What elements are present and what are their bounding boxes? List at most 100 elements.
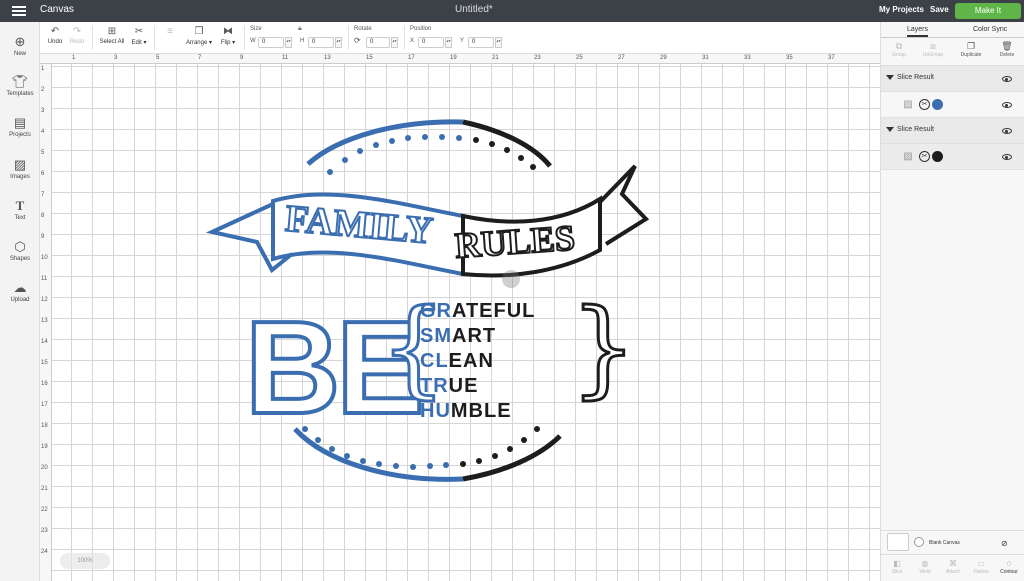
sidebar-item-projects[interactable]: ▤ Projects [0, 115, 40, 138]
flatten-icon: ▭ [977, 559, 985, 568]
arrange-button[interactable]: ❐ Arrange ▾ [184, 22, 214, 54]
contour-button[interactable]: ◌ Contour [997, 559, 1021, 575]
sidebar-item-text[interactable]: T Text [0, 198, 40, 221]
slice-button[interactable]: ◧ Slice [885, 559, 909, 575]
ruler-tick-label: 24 [41, 549, 48, 555]
divider [92, 26, 93, 50]
ruler-tick-label: 19 [450, 55, 457, 61]
y-stepper[interactable]: ▴▾ [495, 37, 502, 48]
align-button[interactable]: ≡ [158, 22, 182, 54]
sidebar-item-images[interactable]: ▨ Images [0, 157, 40, 180]
make-it-button[interactable]: Make It [955, 3, 1021, 19]
ruler-tick-label: 23 [41, 528, 48, 534]
ruler-tick-label: 7 [198, 55, 202, 61]
layer-row-1[interactable]: ▨ ✂ [881, 92, 1024, 118]
design-artwork[interactable]: FAMILY RULES BE { } GRATEFUL SMART CLEAN… [40, 54, 880, 581]
ruler-tick-label: 11 [41, 276, 48, 282]
group-button[interactable]: ⧉ Group [885, 40, 913, 58]
app-title: Canvas [40, 4, 74, 15]
undo-button[interactable]: ↶ Undo [44, 22, 66, 54]
y-input[interactable]: 0 [468, 37, 494, 48]
eye-icon[interactable] [1002, 154, 1012, 160]
banner-right-tail [598, 164, 650, 246]
right-brace: } [570, 287, 637, 409]
ruler-tick-label: 10 [41, 255, 48, 261]
select-all-icon: ⊞ [107, 26, 117, 37]
ruler-tick-label: 15 [41, 360, 48, 366]
ungroup-button[interactable]: ⧈ UnGroup [919, 40, 947, 58]
layer-tools: ⧉ Group ⧈ UnGroup ❐ Duplicate 🗑︎ Delete [881, 38, 1024, 66]
undo-icon: ↶ [50, 26, 60, 37]
rotate-stepper[interactable]: ▴▾ [391, 37, 398, 48]
blank-canvas-row[interactable]: Blank Canvas ⊘ [881, 530, 1024, 554]
panel-tabs: Layers Color Sync [881, 22, 1024, 38]
sidebar-item-shapes[interactable]: ⬡ Shapes [0, 239, 40, 262]
eye-icon[interactable] [1002, 76, 1012, 82]
flip-icon: ⧓ [223, 26, 233, 37]
sidebar-item-new[interactable]: ⊕ New [0, 34, 40, 57]
ruler-tick-label: 22 [41, 507, 48, 513]
flatten-button[interactable]: ▭ Flatten [969, 559, 993, 575]
hamburger-menu-icon[interactable] [12, 6, 26, 16]
top-bar: Canvas Untitled* My Projects Save Make I… [0, 0, 1024, 22]
color-swatch[interactable] [932, 99, 943, 110]
delete-button[interactable]: 🗑︎ Delete [993, 40, 1021, 58]
eye-icon[interactable] [1002, 128, 1012, 134]
divider [154, 26, 155, 50]
layer-thumbnail: ▨ [903, 151, 913, 162]
rotate-input[interactable]: 0 [366, 37, 390, 48]
word-clean: CLEAN [420, 350, 494, 372]
plus-icon: ⊕ [14, 34, 26, 49]
hide-icon[interactable]: ⊘ [1001, 539, 1008, 548]
edit-toolbar: ↶ Undo ↷ Redo ⊞ Select All ✂ Edit ▾ ≡ ❐ Arran… [40, 22, 880, 54]
zoom-control[interactable]: 100% [60, 553, 110, 569]
attach-icon: ⌘ [949, 559, 957, 568]
sidebar-item-upload[interactable]: ☁ Upload [0, 280, 40, 303]
word-smart: SMART [420, 325, 496, 347]
width-input[interactable]: 0 [258, 37, 284, 48]
weld-button[interactable]: ◍ Weld [913, 559, 937, 575]
ruler-tick-label: 21 [492, 55, 499, 61]
save-button[interactable]: Save [930, 5, 949, 14]
x-stepper[interactable]: ▴▾ [445, 37, 452, 48]
tab-color-sync[interactable]: Color Sync [973, 26, 1007, 33]
duplicate-button[interactable]: ❐ Duplicate [957, 40, 985, 58]
my-projects-link[interactable]: My Projects [879, 5, 924, 14]
edit-button[interactable]: ✂ Edit ▾ [128, 22, 150, 54]
width-stepper[interactable]: ▴▾ [285, 37, 292, 48]
height-input[interactable]: 0 [308, 37, 334, 48]
collapse-triangle-icon[interactable] [886, 127, 894, 132]
divider [244, 26, 245, 50]
rotate-label: Rotate [354, 26, 372, 32]
canvas-color-swatch[interactable] [914, 537, 924, 547]
eye-icon[interactable] [1002, 102, 1012, 108]
x-input[interactable]: 0 [418, 37, 444, 48]
ruler-tick-label: 25 [576, 55, 583, 61]
ruler-tick-label: 27 [618, 55, 625, 61]
attach-button[interactable]: ⌘ Attach [941, 559, 965, 575]
select-all-button[interactable]: ⊞ Select All [96, 22, 128, 54]
projects-icon: ▤ [13, 115, 27, 130]
layer-group-1[interactable]: Slice Result [881, 66, 1024, 92]
redo-button[interactable]: ↷ Redo [66, 22, 88, 54]
bottom-arc-black [462, 434, 562, 482]
design-canvas[interactable]: FAMILY RULES BE { } GRATEFUL SMART CLEAN… [40, 54, 880, 581]
tab-layers[interactable]: Layers [907, 26, 929, 37]
cut-icon[interactable]: ✂ [919, 151, 930, 162]
layer-row-2[interactable]: ▨ ✂ [881, 144, 1024, 170]
ruler-tick-label: 11 [282, 55, 289, 61]
document-title: Untitled* [455, 4, 493, 15]
height-stepper[interactable]: ▴▾ [335, 37, 342, 48]
banner-text-rules: RULES [454, 218, 577, 266]
ruler-tick-label: 1 [41, 66, 45, 72]
flip-button[interactable]: ⧓ Flip ▾ [216, 22, 240, 54]
cut-icon[interactable]: ✂ [919, 99, 930, 110]
contour-icon: ◌ [1006, 559, 1012, 568]
color-swatch[interactable] [932, 151, 943, 162]
lock-icon[interactable]: 🔒︎ [298, 25, 302, 33]
y-prefix: Y [460, 38, 465, 44]
layer-group-2[interactable]: Slice Result [881, 118, 1024, 144]
duplicate-icon: ❐ [966, 41, 976, 51]
sidebar-item-templates[interactable]: 👕︎ Templates [0, 74, 40, 97]
collapse-triangle-icon[interactable] [886, 75, 894, 80]
